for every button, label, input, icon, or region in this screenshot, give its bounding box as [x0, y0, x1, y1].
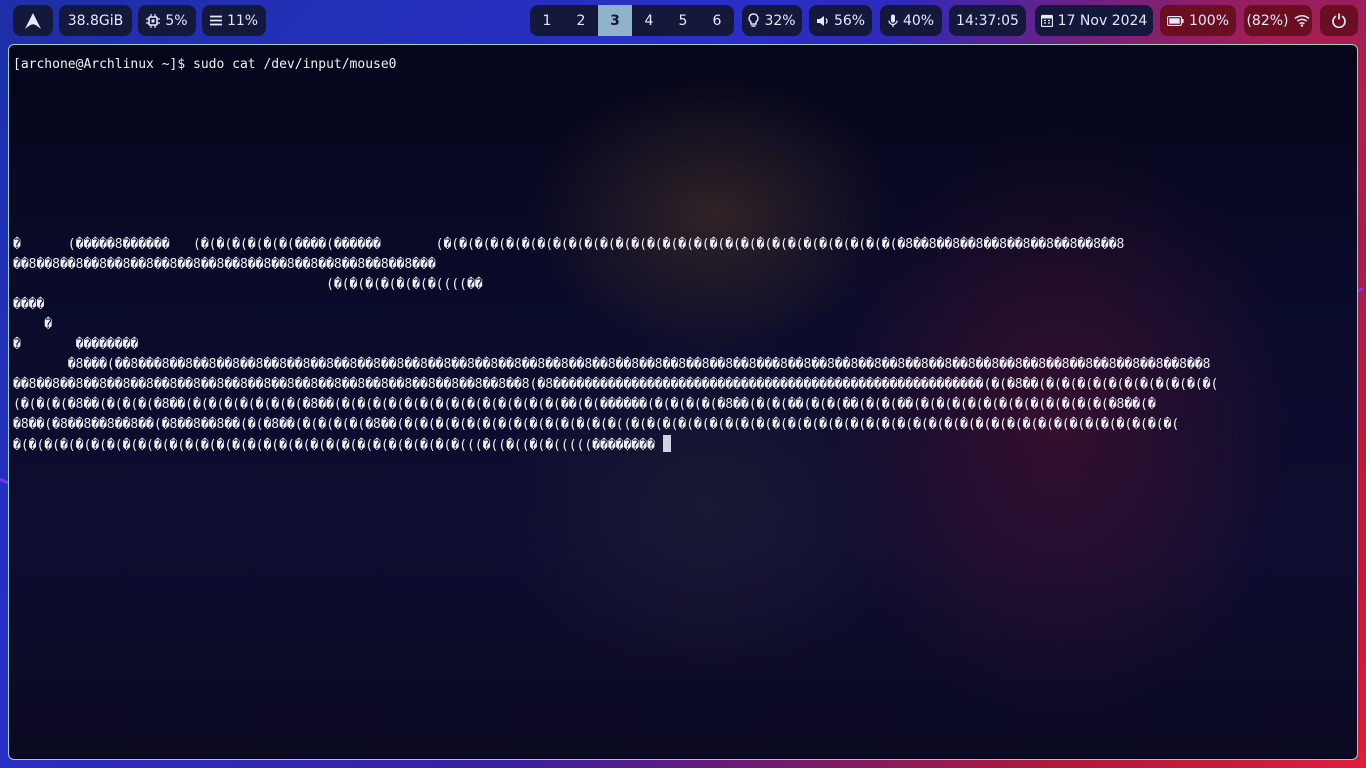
arch-linux-logo-icon	[24, 12, 42, 30]
load-indicator[interactable]: 11%	[202, 5, 266, 36]
workspace-label: 3	[610, 12, 620, 29]
terminal-line: ����	[13, 295, 1355, 315]
clock[interactable]: 14:37:05	[949, 5, 1026, 36]
terminal-line: �(�(�(�(�(�(�(�(�(�(�(�(�(�(�(�(�(�(�(�(…	[13, 435, 1355, 455]
power-icon	[1332, 13, 1346, 28]
workspace-label: 5	[678, 12, 688, 29]
battery-icon	[1166, 15, 1184, 26]
workspace-label: 6	[712, 12, 722, 29]
workspace-label: 2	[576, 12, 586, 29]
cpu-chip-icon	[146, 13, 161, 28]
wifi-icon	[1294, 14, 1310, 27]
terminal-prompt: [archone@Archlinux ~]$ sudo cat /dev/inp…	[13, 57, 397, 72]
cpu-indicator[interactable]: 5%	[138, 5, 196, 36]
microphone-value: 40%	[902, 12, 935, 29]
workspace-5-button[interactable]: 5	[666, 5, 700, 36]
top-bar: 38.8GiB 5% 11% 1 2 3 4 5 6 32% 56% 40% 1…	[8, 5, 1358, 37]
terminal-cursor	[662, 435, 671, 452]
lightbulb-icon	[748, 13, 759, 28]
workspace-label: 4	[644, 12, 654, 29]
terminal-line-text: � ��������	[13, 337, 139, 352]
workspace-2-button[interactable]: 2	[564, 5, 598, 36]
terminal-line-text: �	[13, 317, 53, 332]
memory-indicator[interactable]: 38.8GiB	[59, 5, 132, 36]
power-button[interactable]	[1320, 5, 1358, 36]
speaker-icon	[816, 15, 829, 27]
workspace-label: 1	[542, 12, 552, 29]
memory-value: 38.8GiB	[67, 12, 124, 29]
terminal-line: �	[13, 315, 1355, 335]
workspace-1-button[interactable]: 1	[530, 5, 564, 36]
microphone-icon	[888, 14, 898, 28]
menu-lines-icon	[209, 15, 222, 26]
terminal-line-text: �8��(�8��8��8��8��(�8��8��8��(�(�8��(�(�…	[13, 417, 1180, 432]
workspace-3-button[interactable]: 3	[598, 5, 632, 36]
battery-value: 100%	[1188, 12, 1230, 29]
terminal-line-text: (�(�(�(�(�(�(�((((��	[13, 277, 483, 292]
wifi-value: (82%)	[1246, 12, 1289, 29]
wifi-indicator[interactable]: (82%)	[1244, 5, 1312, 36]
terminal-output-lines: � (�����8������ (�(�(�(�(�(�(����(������…	[13, 75, 1355, 455]
cpu-value: 5%	[165, 12, 188, 29]
terminal-line: �8���(��8���8��8��8��8��8��8��8��8��8��8…	[13, 355, 1355, 375]
terminal-line-text: ����	[13, 297, 45, 312]
volume-value: 56%	[833, 12, 866, 29]
workspace-4-button[interactable]: 4	[632, 5, 666, 36]
terminal-line: (�(�(�(�8��(�(�(�(�8��(�(�(�(�(�(�(�(�8�…	[13, 395, 1355, 415]
calendar-icon	[1040, 14, 1053, 27]
terminal-line-text: �8���(��8���8��8��8��8��8��8��8��8��8��8…	[13, 357, 1211, 372]
battery-indicator[interactable]: 100%	[1160, 5, 1236, 36]
terminal-line-text: ��8��8��8��8��8��8��8��8��8��8��8��8��8�…	[13, 377, 1219, 392]
date-indicator[interactable]: 17 Nov 2024	[1035, 5, 1153, 36]
terminal-line: ��8��8��8��8��8��8��8��8��8��8��8��8��8�…	[13, 255, 1355, 275]
terminal-line: (�(�(�(�(�(�(�((((��	[13, 275, 1355, 295]
terminal-line-text: �(�(�(�(�(�(�(�(�(�(�(�(�(�(�(�(�(�(�(�(…	[13, 438, 655, 453]
terminal-window[interactable]: [archone@Archlinux ~]$ sudo cat /dev/inp…	[8, 44, 1358, 760]
microphone-indicator[interactable]: 40%	[880, 5, 942, 36]
volume-indicator[interactable]: 56%	[809, 5, 872, 36]
load-value: 11%	[226, 12, 259, 29]
terminal-line: � ��������	[13, 335, 1355, 355]
terminal-line: � (�����8������ (�(�(�(�(�(�(����(������…	[13, 235, 1355, 255]
date-value: 17 Nov 2024	[1057, 12, 1148, 29]
workspace-6-button[interactable]: 6	[700, 5, 734, 36]
terminal-line-text: ��8��8��8��8��8��8��8��8��8��8��8��8��8�…	[13, 257, 436, 272]
brightness-indicator[interactable]: 32%	[742, 5, 802, 36]
launcher-button[interactable]	[13, 5, 53, 36]
terminal-line: �8��(�8��8��8��8��(�8��8��8��(�(�8��(�(�…	[13, 415, 1355, 435]
terminal-line: ��8��8��8��8��8��8��8��8��8��8��8��8��8�…	[13, 375, 1355, 395]
terminal-line-text: (�(�(�(�8��(�(�(�(�8��(�(�(�(�(�(�(�(�8�…	[13, 397, 1156, 412]
terminal-output: [archone@Archlinux ~]$ sudo cat /dev/inp…	[13, 55, 1355, 455]
terminal-line-text: � (�����8������ (�(�(�(�(�(�(����(������…	[13, 237, 1125, 252]
brightness-value: 32%	[764, 12, 796, 29]
clock-value: 14:37:05	[956, 12, 1019, 29]
